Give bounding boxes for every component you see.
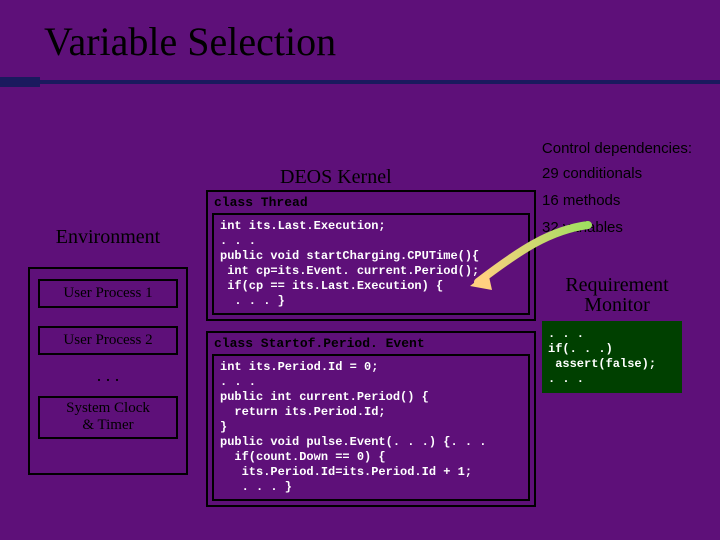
class-thread-code: int its.Last.Execution; . . . public voi… bbox=[212, 213, 530, 315]
requirement-monitor-label: Requirement Monitor bbox=[542, 275, 692, 315]
user-process-1-box: User Process 1 bbox=[38, 279, 178, 308]
process-ellipsis: . . . bbox=[38, 365, 178, 386]
class-startofperiod-code: int its.Period.Id = 0; . . . public int … bbox=[212, 354, 530, 501]
class-thread-header: class Thread bbox=[212, 194, 530, 213]
kernel-header: DEOS Kernel bbox=[280, 166, 392, 189]
class-startofperiod-box: class Startof.Period. Event int its.Peri… bbox=[206, 331, 536, 507]
stat-conditionals: 29 conditionals bbox=[542, 166, 692, 181]
stat-methods: 16 methods bbox=[542, 193, 692, 208]
monitor-code-block: . . . if(. . .) assert(false); . . . bbox=[542, 321, 682, 393]
system-clock-box: System Clock & Timer bbox=[38, 396, 178, 439]
environment-title: Environment bbox=[28, 226, 188, 249]
page-title: Variable Selection bbox=[44, 18, 720, 65]
class-thread-box: class Thread int its.Last.Execution; . .… bbox=[206, 190, 536, 321]
stat-variables: 32 variables bbox=[542, 220, 692, 235]
user-process-2-box: User Process 2 bbox=[38, 326, 178, 355]
environment-group: User Process 1 User Process 2 . . . Syst… bbox=[28, 267, 188, 475]
title-underline bbox=[0, 77, 720, 87]
class-startofperiod-header: class Startof.Period. Event bbox=[212, 335, 530, 354]
control-dependencies-label: Control dependencies: bbox=[542, 140, 692, 157]
